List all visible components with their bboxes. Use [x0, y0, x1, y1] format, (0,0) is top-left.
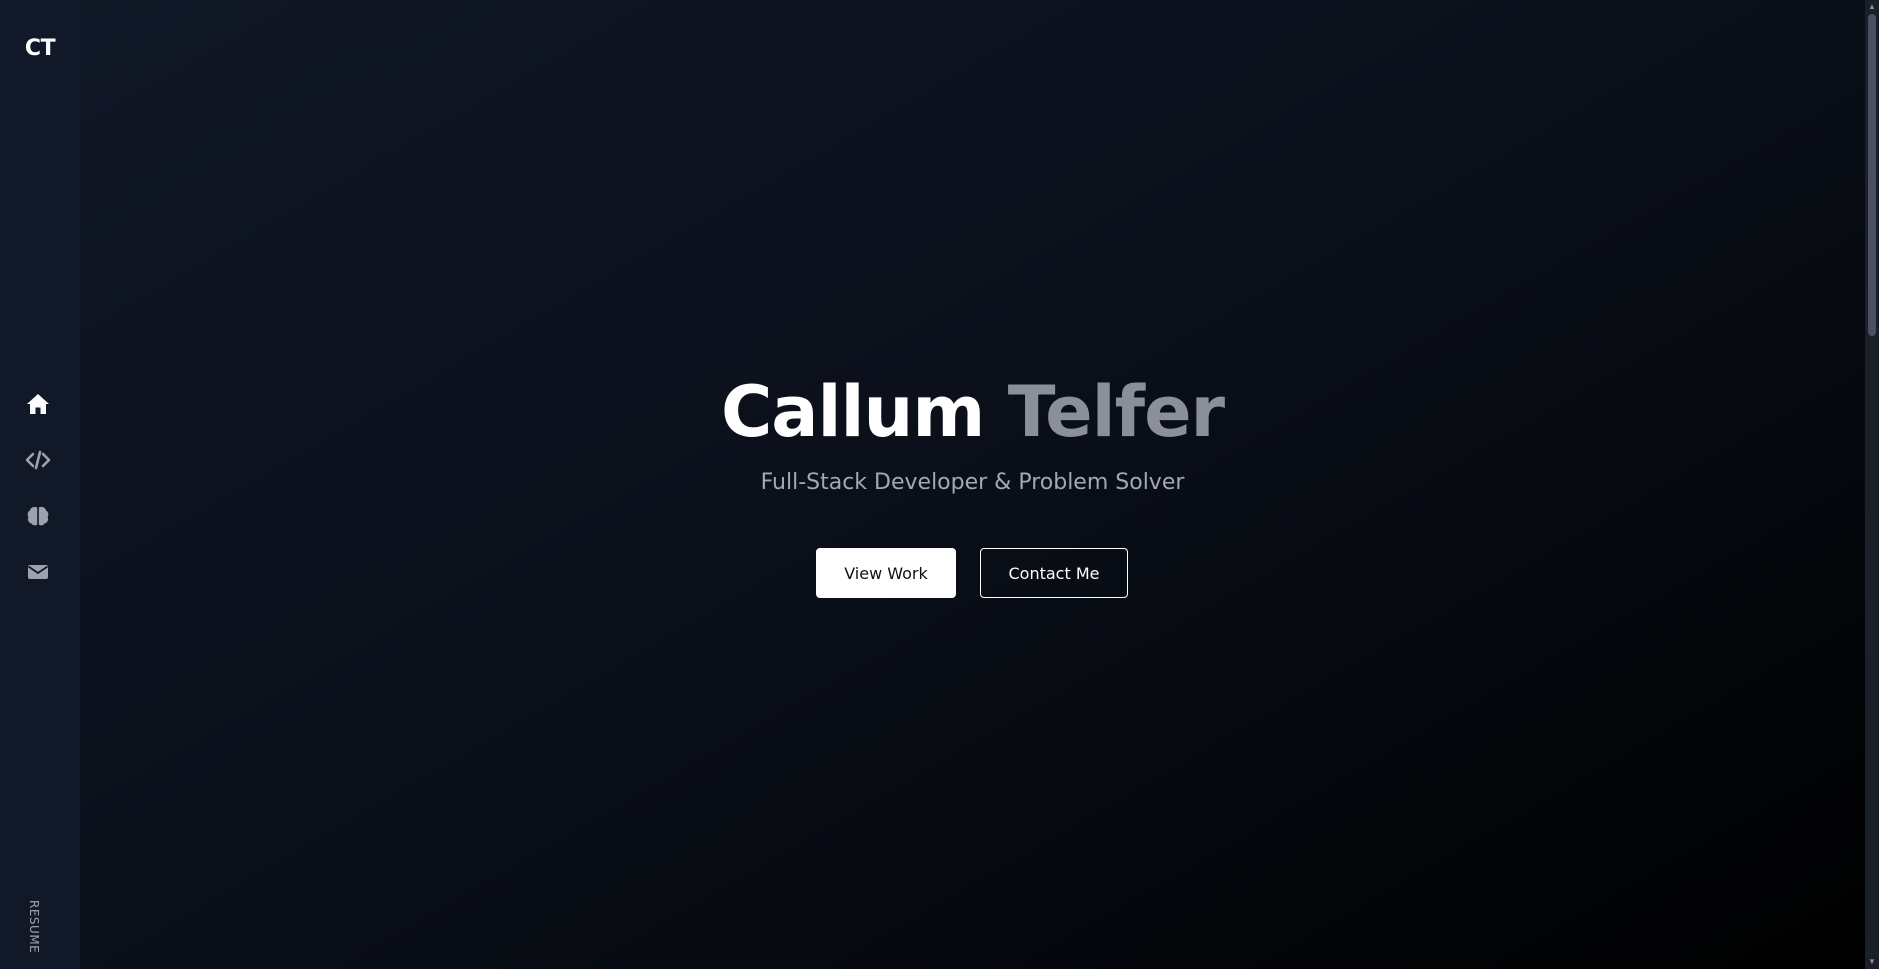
sidebar: CT RESUME — [0, 0, 80, 969]
scroll-thumb[interactable] — [1868, 14, 1876, 336]
home-icon — [27, 394, 49, 414]
scroll-up-arrow-icon[interactable]: ▲ — [1865, 0, 1879, 14]
nav-item-brain[interactable] — [24, 502, 52, 530]
hero-subtitle: Full-Stack Developer & Problem Solver — [760, 470, 1185, 495]
hero-section: Callum Telfer Full-Stack Developer & Pro… — [80, 0, 1865, 969]
code-icon — [25, 450, 51, 470]
nav-item-code[interactable] — [24, 446, 52, 474]
resume-link[interactable]: RESUME — [27, 900, 41, 953]
envelope-icon — [27, 565, 49, 579]
brain-icon — [27, 506, 49, 526]
hero-title: Callum Telfer — [80, 372, 1865, 452]
hero-title-last: Telfer — [1007, 371, 1225, 453]
nav-item-home[interactable] — [24, 390, 52, 418]
view-work-button[interactable]: View Work — [816, 548, 956, 598]
logo[interactable]: CT — [0, 36, 80, 61]
scroll-down-arrow-icon[interactable]: ▼ — [1865, 955, 1879, 969]
scrollbar[interactable]: ▲ ▼ — [1865, 0, 1879, 969]
hero-title-first: Callum — [720, 371, 985, 453]
contact-me-button[interactable]: Contact Me — [980, 548, 1128, 598]
nav-item-contact[interactable] — [24, 558, 52, 586]
